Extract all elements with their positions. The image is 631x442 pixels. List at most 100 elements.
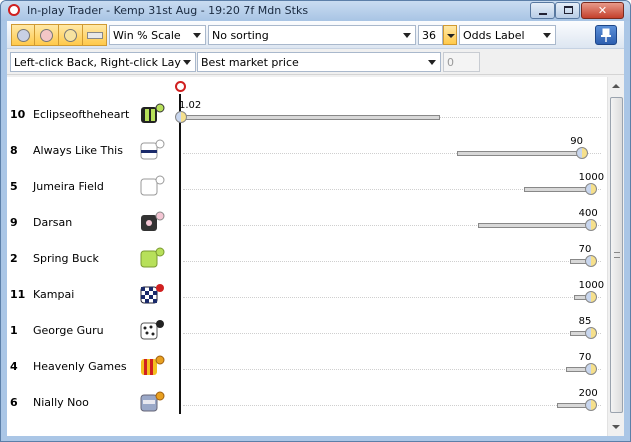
jockey-silk-icon — [137, 319, 167, 343]
odds-value-label: 85 — [578, 316, 592, 327]
maximize-icon — [564, 6, 573, 14]
runner-number: 2 — [10, 252, 18, 265]
price-select[interactable]: Best market price — [197, 52, 441, 72]
odds-price-knob[interactable] — [584, 291, 597, 303]
yellow-circle-icon — [64, 28, 77, 42]
bar-view-button[interactable] — [83, 24, 107, 46]
scroll-down-icon[interactable] — [612, 425, 620, 429]
sorting-select[interactable]: No sorting — [208, 25, 416, 45]
runner-name: Kampai — [33, 288, 75, 301]
scale-select-value: Win % Scale — [113, 29, 181, 42]
lay-view-button[interactable] — [35, 24, 59, 46]
scroll-thumb[interactable] — [610, 97, 623, 413]
chevron-down-icon — [183, 60, 191, 65]
runner-name: Always Like This — [33, 144, 123, 157]
runner-row[interactable]: 5 Jumeira Field 1000 — [7, 171, 607, 207]
runner-name: Nially Noo — [33, 396, 89, 409]
jockey-silk-icon — [137, 211, 167, 235]
pin-icon — [601, 28, 611, 42]
runner-row[interactable]: 6 Nially Noo 200 — [7, 387, 607, 423]
runner-row[interactable]: 2 Spring Buck 70 — [7, 243, 607, 279]
runner-row[interactable]: 1 George Guru 85 — [7, 315, 607, 351]
runner-number: 9 — [10, 216, 18, 229]
sorting-select-value: No sorting — [212, 29, 269, 42]
close-button[interactable]: ✕ — [581, 2, 624, 19]
runner-name: Eclipseoftheheart — [33, 108, 130, 121]
runner-name: Darsan — [33, 216, 73, 229]
odds-price-knob[interactable] — [584, 219, 597, 231]
odds-value-label: 1000 — [578, 172, 605, 183]
odds-price-knob[interactable] — [584, 399, 597, 411]
price-track — [183, 369, 601, 370]
minimize-icon — [539, 13, 547, 15]
odds-price-knob[interactable] — [576, 147, 589, 159]
app-logo-icon — [8, 4, 20, 16]
chevron-down-icon — [193, 33, 201, 38]
count-input[interactable]: 36 — [418, 25, 443, 45]
app-window: In-play Trader - Kemp 31st Aug - 19:20 7… — [0, 0, 631, 442]
title-bar[interactable]: In-play Trader - Kemp 31st Aug - 19:20 7… — [1, 1, 630, 21]
jockey-silk-icon — [137, 391, 167, 415]
odds-value-label: 70 — [578, 244, 592, 255]
maximize-button[interactable] — [555, 2, 580, 19]
click-mode-select[interactable]: Left-click Back, Right-click Lay — [10, 52, 196, 72]
pink-circle-icon — [40, 28, 53, 42]
blue-circle-icon — [16, 28, 30, 42]
runner-number: 6 — [10, 396, 18, 409]
mid-view-button[interactable] — [59, 24, 83, 46]
runner-number: 11 — [10, 288, 26, 301]
current-position-marker-icon — [175, 81, 186, 92]
odds-range-bar[interactable] — [181, 115, 441, 120]
runner-row[interactable]: 4 Heavenly Games 70 — [7, 351, 607, 387]
runner-name: Heavenly Games — [33, 360, 127, 373]
back-view-button[interactable] — [11, 24, 35, 46]
odds-price-knob[interactable] — [584, 327, 597, 339]
runner-row[interactable]: 10 Eclipseoftheheart 1.02 — [7, 99, 607, 135]
price-track — [183, 297, 601, 298]
runner-row[interactable]: 9 Darsan 400 — [7, 207, 607, 243]
price-track — [183, 333, 601, 334]
window-title: In-play Trader - Kemp 31st Aug - 19:20 7… — [27, 4, 309, 17]
runner-row[interactable]: 11 Kampai 1000 — [7, 279, 607, 315]
runner-name: George Guru — [33, 324, 104, 337]
runner-row[interactable]: 8 Always Like This 90 — [7, 135, 607, 171]
odds-range-bar[interactable] — [477, 223, 591, 228]
grip-icon — [614, 252, 620, 258]
stake-input[interactable]: 0 — [443, 52, 480, 72]
runner-number: 1 — [10, 324, 18, 337]
price-select-value: Best market price — [201, 56, 299, 69]
minimize-button[interactable] — [530, 2, 555, 19]
client-area: Win % Scale No sorting 36 Odds Label Lef… — [7, 21, 624, 436]
close-icon: ✕ — [597, 4, 608, 17]
chevron-down-icon — [428, 60, 436, 65]
odds-range-bar[interactable] — [523, 187, 591, 192]
odds-range-bar[interactable] — [456, 151, 583, 156]
scroll-up-icon[interactable] — [612, 84, 620, 88]
label-select-value: Odds Label — [463, 29, 525, 42]
runner-number: 8 — [10, 144, 18, 157]
runner-grid: 10 Eclipseoftheheart 1.02 8 Always Like This… — [7, 77, 624, 436]
runner-name: Jumeira Field — [33, 180, 104, 193]
odds-price-knob[interactable] — [584, 255, 597, 267]
odds-value-label: 200 — [578, 388, 598, 399]
odds-price-knob[interactable] — [584, 183, 597, 195]
pin-button[interactable] — [595, 25, 617, 45]
chevron-down-icon — [543, 33, 551, 38]
chevron-down-icon — [403, 33, 411, 38]
count-dropdown-button[interactable] — [443, 25, 457, 45]
odds-value-label: 70 — [578, 352, 592, 363]
vertical-scrollbar[interactable] — [607, 77, 624, 436]
runner-name: Spring Buck — [33, 252, 99, 265]
runner-number: 5 — [10, 180, 18, 193]
scale-select[interactable]: Win % Scale — [109, 25, 206, 45]
jockey-silk-icon — [137, 247, 167, 271]
bar-icon — [86, 31, 103, 39]
odds-price-knob[interactable] — [584, 363, 597, 375]
display-mode-group — [11, 24, 107, 46]
odds-value-label: 1000 — [578, 280, 605, 291]
odds-price-knob[interactable] — [175, 111, 187, 123]
label-select[interactable]: Odds Label — [459, 25, 556, 45]
click-mode-value: Left-click Back, Right-click Lay — [14, 56, 181, 69]
price-track — [183, 405, 601, 406]
count-value: 36 — [422, 29, 436, 42]
